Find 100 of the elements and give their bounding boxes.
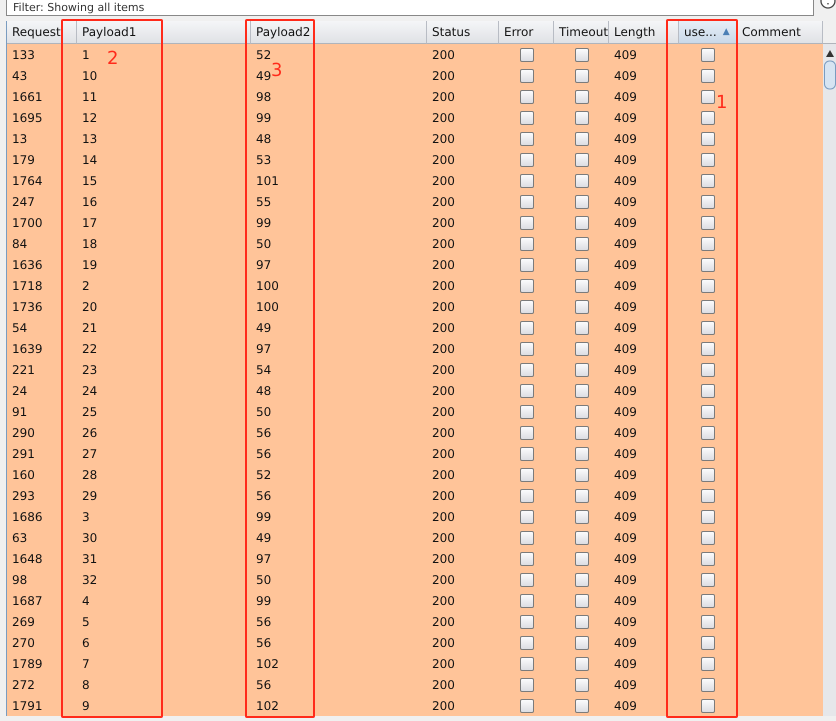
checkbox[interactable] [701,552,715,566]
checkbox[interactable] [701,488,715,502]
checkbox[interactable] [520,614,534,628]
checkbox[interactable] [574,594,588,608]
checkbox[interactable] [701,90,715,104]
column-header[interactable]: Status [427,21,499,44]
checkbox[interactable] [701,68,715,82]
checkbox[interactable] [574,174,588,188]
checkbox[interactable] [701,236,715,250]
checkbox[interactable] [701,132,715,146]
checkbox[interactable] [520,216,534,230]
checkbox[interactable] [574,530,588,544]
checkbox[interactable] [574,216,588,230]
checkbox[interactable] [520,278,534,292]
checkbox[interactable] [520,530,534,544]
checkbox[interactable] [574,426,588,440]
checkbox[interactable] [701,258,715,272]
checkbox[interactable] [701,530,715,544]
checkbox[interactable] [574,152,588,166]
checkbox[interactable] [574,572,588,586]
checkbox[interactable] [520,194,534,208]
checkbox[interactable] [701,152,715,166]
checkbox[interactable] [574,656,588,670]
checkbox[interactable] [520,362,534,376]
checkbox[interactable] [574,678,588,692]
checkbox[interactable] [701,698,715,712]
checkbox[interactable] [574,404,588,418]
checkbox[interactable] [520,90,534,104]
checkbox[interactable] [701,446,715,460]
checkbox[interactable] [701,216,715,230]
checkbox[interactable] [574,194,588,208]
checkbox[interactable] [701,426,715,440]
checkbox[interactable] [574,68,588,82]
checkbox[interactable] [574,636,588,650]
checkbox[interactable] [520,320,534,334]
checkbox[interactable] [701,678,715,692]
checkbox[interactable] [520,68,534,82]
checkbox[interactable] [574,258,588,272]
checkbox[interactable] [701,404,715,418]
checkbox[interactable] [574,300,588,314]
checkbox[interactable] [701,636,715,650]
checkbox[interactable] [520,48,534,62]
checkbox[interactable] [574,488,588,502]
checkbox[interactable] [520,446,534,460]
checkbox[interactable] [701,194,715,208]
checkbox[interactable] [701,320,715,334]
checkbox[interactable] [701,342,715,356]
checkbox[interactable] [574,510,588,524]
checkbox[interactable] [701,656,715,670]
checkbox[interactable] [520,488,534,502]
checkbox[interactable] [520,426,534,440]
checkbox[interactable] [520,572,534,586]
filter-bar[interactable]: Filter: Showing all items [6,0,814,16]
checkbox[interactable] [701,278,715,292]
checkbox[interactable] [574,110,588,124]
checkbox[interactable] [520,656,534,670]
checkbox[interactable] [574,236,588,250]
checkbox[interactable] [574,468,588,482]
checkbox[interactable] [574,48,588,62]
checkbox[interactable] [520,110,534,124]
checkbox[interactable] [574,614,588,628]
checkbox[interactable] [574,552,588,566]
checkbox[interactable] [574,132,588,146]
checkbox[interactable] [701,510,715,524]
column-header[interactable]: Error [499,21,554,44]
checkbox[interactable] [520,636,534,650]
column-header[interactable]: Payload1 [77,21,251,44]
checkbox[interactable] [520,174,534,188]
checkbox[interactable] [574,320,588,334]
checkbox[interactable] [574,446,588,460]
checkbox[interactable] [520,510,534,524]
checkbox[interactable] [701,468,715,482]
column-header[interactable]: Comment [737,21,823,44]
checkbox[interactable] [520,404,534,418]
column-header[interactable]: use... ▲ [679,21,737,44]
checkbox[interactable] [574,362,588,376]
checkbox[interactable] [574,698,588,712]
checkbox[interactable] [701,614,715,628]
checkbox[interactable] [520,678,534,692]
column-header[interactable]: Payload2 [251,21,427,44]
checkbox[interactable] [520,468,534,482]
checkbox[interactable] [701,174,715,188]
checkbox[interactable] [701,384,715,398]
checkbox[interactable] [520,594,534,608]
column-header[interactable]: Length [609,21,679,44]
checkbox[interactable] [574,342,588,356]
checkbox[interactable] [520,342,534,356]
checkbox[interactable] [701,300,715,314]
checkbox[interactable] [701,362,715,376]
checkbox[interactable] [520,152,534,166]
column-header[interactable]: Request [7,21,77,44]
checkbox[interactable] [701,48,715,62]
column-header[interactable]: Timeout [554,21,609,44]
checkbox[interactable] [701,572,715,586]
checkbox[interactable] [520,300,534,314]
checkbox[interactable] [520,384,534,398]
checkbox[interactable] [520,698,534,712]
checkbox[interactable] [520,258,534,272]
checkbox[interactable] [701,110,715,124]
checkbox[interactable] [574,384,588,398]
